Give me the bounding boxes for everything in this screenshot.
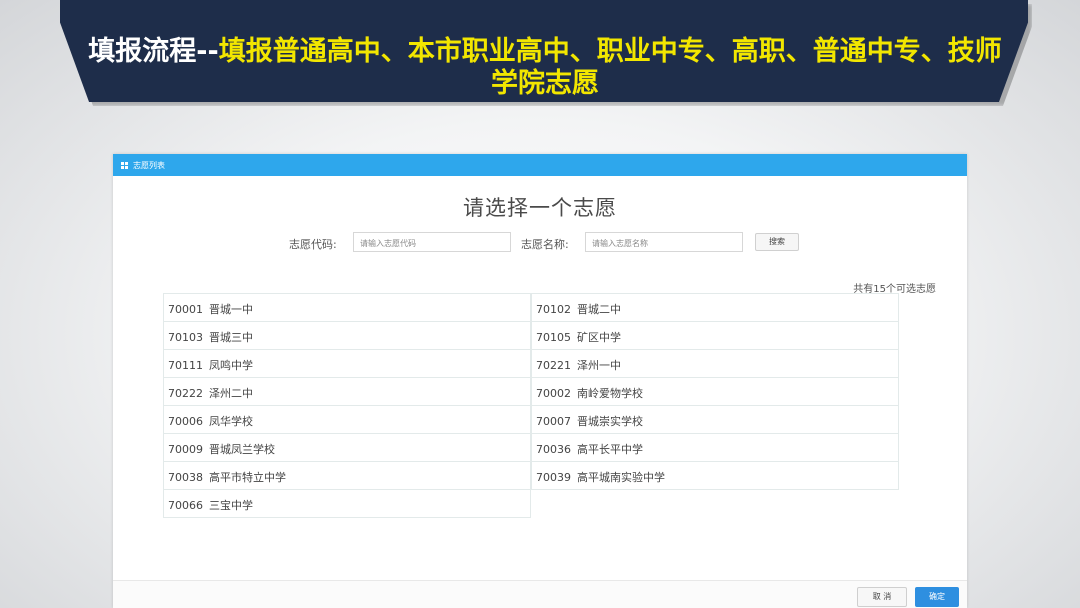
- option-name: 晋城崇实学校: [577, 415, 643, 428]
- option-code: 70222: [168, 387, 203, 400]
- search-button[interactable]: 搜索: [755, 233, 799, 251]
- option-code: 70105: [536, 331, 571, 344]
- option-name: 矿区中学: [577, 331, 621, 344]
- option-name: 晋城凤兰学校: [209, 443, 275, 456]
- option-code: 70066: [168, 499, 203, 512]
- option-item[interactable]: 70009 晋城凤兰学校: [163, 433, 531, 462]
- option-name: 南岭爱物学校: [577, 387, 643, 400]
- option-name: 高平长平中学: [577, 443, 643, 456]
- name-input[interactable]: 请输入志愿名称: [585, 232, 743, 252]
- code-label: 志愿代码:: [289, 238, 337, 251]
- option-item[interactable]: 70222 泽州二中: [163, 377, 531, 406]
- option-code: 70111: [168, 359, 203, 372]
- slide-title-prefix: 填报流程--: [88, 36, 219, 67]
- option-item[interactable]: 70036 高平长平中学: [531, 433, 899, 462]
- option-item[interactable]: 70002 南岭爱物学校: [531, 377, 899, 406]
- option-item[interactable]: 70038 高平市特立中学: [163, 461, 531, 490]
- option-name: 三宝中学: [209, 499, 253, 512]
- option-code: 70038: [168, 471, 203, 484]
- option-code: 70001: [168, 303, 203, 316]
- option-name: 高平市特立中学: [209, 471, 286, 484]
- cancel-button[interactable]: 取 消: [857, 587, 907, 607]
- option-code: 70002: [536, 387, 571, 400]
- name-label: 志愿名称:: [521, 238, 569, 251]
- option-name: 泽州二中: [209, 387, 253, 400]
- option-item[interactable]: 70039 高平城南实验中学: [531, 461, 899, 490]
- filter-bar: 志愿代码: 请输入志愿代码 志愿名称: 请输入志愿名称 搜索: [113, 232, 967, 254]
- option-code: 70007: [536, 415, 571, 428]
- confirm-button[interactable]: 确定: [915, 587, 959, 607]
- slide-title-rest: 填报普通高中、本市职业高中、职业中专、高职、普通中专、技师学院志愿: [218, 36, 1002, 99]
- option-name: 晋城二中: [577, 303, 621, 316]
- option-item[interactable]: 70102 晋城二中: [531, 293, 899, 322]
- option-code: 70036: [536, 443, 571, 456]
- dialog-footer: 取 消 确定: [113, 580, 967, 608]
- option-item[interactable]: 70105 矿区中学: [531, 321, 899, 350]
- option-code: 70006: [168, 415, 203, 428]
- option-code: 70103: [168, 331, 203, 344]
- option-item[interactable]: 70001 晋城一中: [163, 293, 531, 322]
- choice-dialog: 志愿列表 请选择一个志愿 志愿代码: 请输入志愿代码 志愿名称: 请输入志愿名称…: [113, 154, 967, 608]
- dialog-heading: 请选择一个志愿: [463, 196, 617, 220]
- option-name: 晋城一中: [209, 303, 253, 316]
- option-item[interactable]: 70111 凤鸣中学: [163, 349, 531, 378]
- option-name: 泽州一中: [577, 359, 621, 372]
- option-item[interactable]: 70006 凤华学校: [163, 405, 531, 434]
- dialog-titlebar: 志愿列表: [113, 154, 967, 176]
- option-code: 70039: [536, 471, 571, 484]
- option-name: 凤华学校: [209, 415, 253, 428]
- option-item[interactable]: 70221 泽州一中: [531, 349, 899, 378]
- grid-icon: [121, 161, 128, 169]
- code-input[interactable]: 请输入志愿代码: [353, 232, 511, 252]
- option-item[interactable]: 70007 晋城崇实学校: [531, 405, 899, 434]
- slide-title: 填报流程--填报普通高中、本市职业高中、职业中专、高职、普通中专、技师学院志愿: [80, 36, 1010, 100]
- option-code: 70102: [536, 303, 571, 316]
- option-name: 凤鸣中学: [209, 359, 253, 372]
- dialog-tab-label: 志愿列表: [133, 160, 165, 170]
- option-name: 高平城南实验中学: [577, 471, 665, 484]
- option-item[interactable]: 70066 三宝中学: [163, 489, 531, 518]
- option-code: 70009: [168, 443, 203, 456]
- option-code: 70221: [536, 359, 571, 372]
- option-name: 晋城三中: [209, 331, 253, 344]
- option-item[interactable]: 70103 晋城三中: [163, 321, 531, 350]
